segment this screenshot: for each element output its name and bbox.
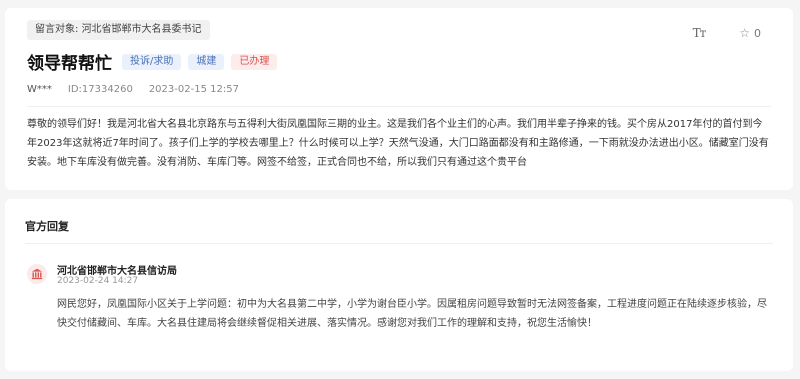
reply-content: 网民您好，凤凰国际小区关于上学问题：初中为大名县第二中学，小学为谢台臣小学。因属… (57, 299, 767, 329)
favorite-button[interactable]: ☆ 0 (739, 26, 761, 40)
favorite-count: 0 (754, 26, 761, 40)
reply-datetime: 2023-02-24 14:27 (57, 276, 139, 286)
recipient-chip: 留言对象: 河北省邯郸市大名县委书记 (27, 20, 210, 40)
message-card: 留言对象: 河北省邯郸市大名县委书记 Tт ☆ 0 领导帮帮忙 投诉/求助 城建… (5, 8, 793, 190)
divider (25, 243, 773, 244)
message-meta: W*** ID:17334260 2023-02-15 12:57 (27, 84, 239, 95)
toolbar: Tт ☆ 0 (693, 26, 761, 40)
font-size-button[interactable]: Tт (692, 26, 707, 40)
message-id: ID:17334260 (67, 84, 133, 95)
reply-section-title: 官方回复 (25, 220, 69, 233)
title-row: 领导帮帮忙 投诉/求助 城建 已办理 (27, 49, 284, 74)
recipient-label: 留言对象: (35, 24, 79, 35)
author-name: W*** (27, 84, 52, 95)
tag-field: 城建 (188, 53, 225, 70)
message-datetime: 2023-02-15 12:57 (148, 84, 239, 95)
recipient-value: 河北省邯郸市大名县委书记 (81, 24, 202, 35)
star-icon: ☆ (739, 26, 750, 40)
reply-card: 官方回复 河北省邯郸市大名县信访局 2023-02-24 14:27 网民您好，… (5, 199, 793, 371)
tag-category: 投诉/求助 (122, 53, 182, 70)
message-content: 尊敬的领导们好！我是河北省大名县北京路东与五得利大街凤凰国际三期的业主。这是我们… (27, 119, 769, 168)
status-badge: 已办理 (231, 53, 278, 70)
divider (27, 106, 771, 107)
font-size-icon: Tт (692, 26, 707, 40)
reply-office[interactable]: 河北省邯郸市大名县信访局 (57, 262, 177, 277)
message-title: 领导帮帮忙 (27, 54, 112, 74)
government-building-icon (27, 264, 47, 284)
